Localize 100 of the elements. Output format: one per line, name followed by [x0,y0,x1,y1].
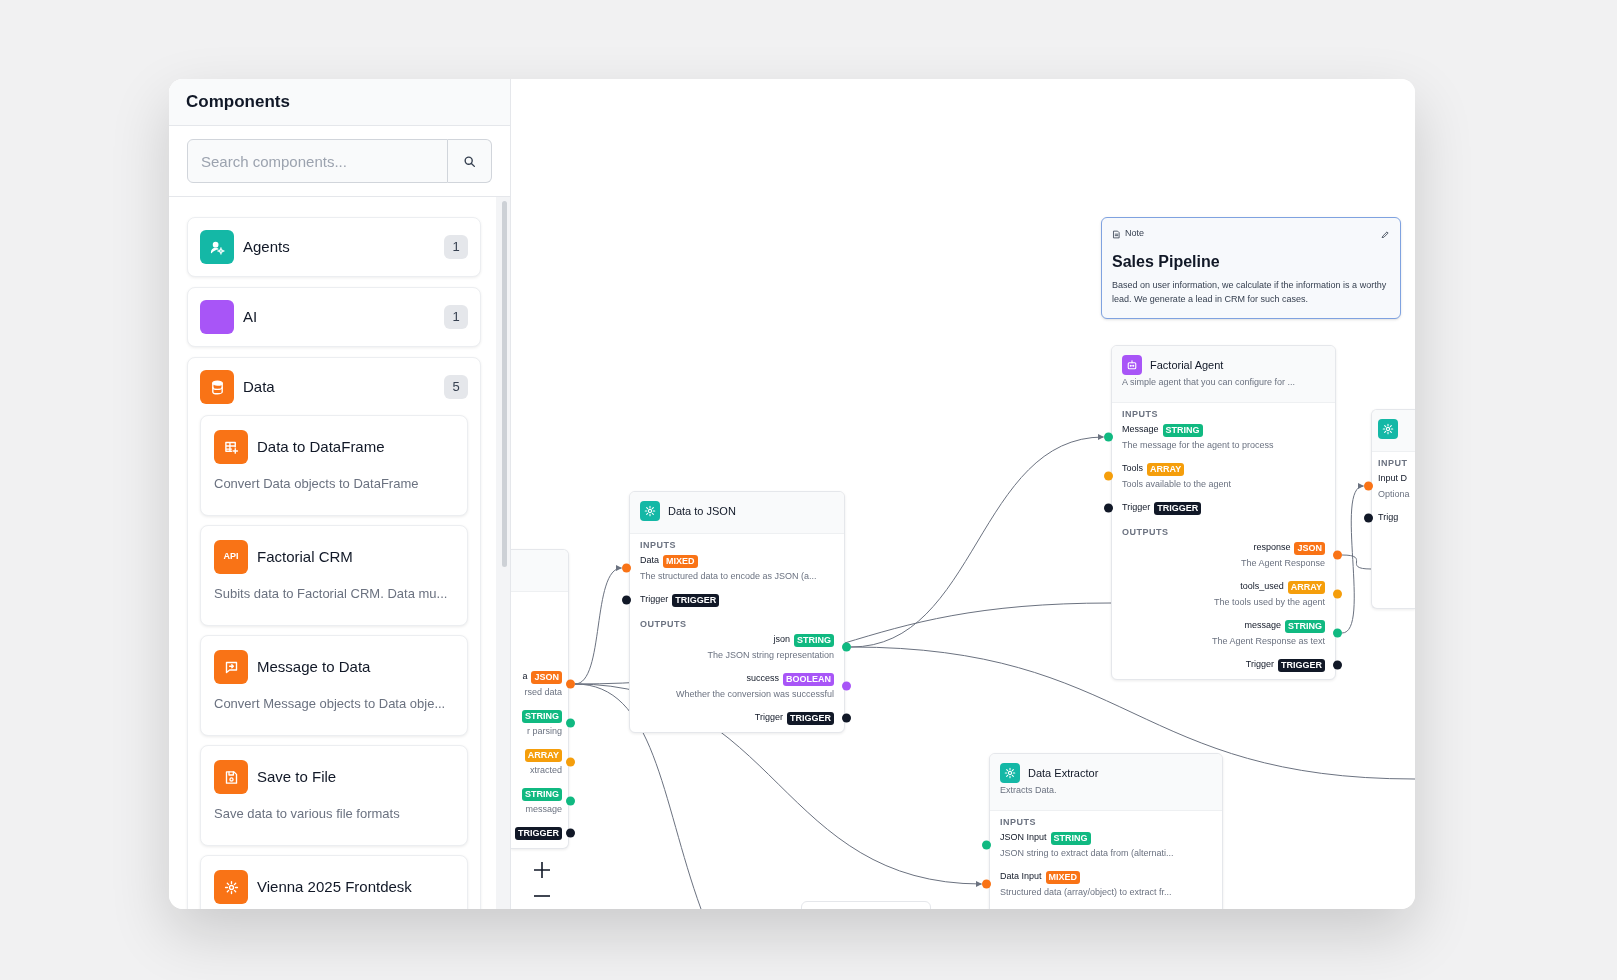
component-description: Subits data to Factorial CRM. Data mu... [214,585,449,603]
api-icon: API [214,540,248,574]
type-tag: TRIGGER [787,711,834,725]
port-description: Tools available to the agent [1122,478,1233,491]
type-tag: JSON [1294,541,1325,555]
type-tag: STRING [1285,619,1325,633]
section-label: OUTPUTS [639,618,688,631]
type-tag: STRING [794,633,834,647]
node-title: Data Extractor [1028,765,1099,781]
note-title: Sales Pipeline [1112,252,1221,272]
category-card[interactable] [187,357,481,909]
port-description: The structured data to encode as JSON (a... [640,570,818,583]
node-title: Data to JSON [668,503,736,519]
node-description: Extracts Data. [1000,784,1058,797]
component-card[interactable]: API Factorial CRM Subits data to Factorial CRM. Data mu... [200,525,468,626]
port-label: success [746,672,779,686]
component-card[interactable]: Save to File Save data to various file formats [200,745,468,846]
pencil-icon[interactable] [1381,229,1390,239]
type-tag: STRING [1050,831,1091,845]
port-description: The tools used by the agent [1212,596,1325,609]
category-label: Data [243,376,276,397]
search-field[interactable]: Search components... [187,139,448,183]
node-description: A simple agent that you can configure for ... [1122,376,1297,389]
type-tag: ARRAY [524,748,562,762]
port-label: Trigg [1378,511,1399,525]
component-description: Save data to various file formats [214,805,401,823]
port-label: tools_used [1240,580,1284,594]
port-label: message [1244,619,1281,633]
search-button[interactable] [448,139,492,183]
search-icon [463,154,476,168]
component-card[interactable]: Message to Data Convert Message objects to Data obje... [200,635,468,736]
port-label: Tools [1122,462,1143,476]
component-description: Convert Data objects to DataFrame [214,475,420,493]
port-label: Trigger [1245,658,1274,672]
category-card[interactable]: AI 1 [187,287,481,347]
note-icon [1112,229,1121,239]
port-label: JSON Input [1000,831,1047,845]
port-label: Message [1122,423,1159,437]
port-label: json [773,633,790,647]
gear-icon [214,870,248,904]
type-tag: ARRAY [1287,580,1325,594]
section-label: OUTPUTS [1121,526,1170,539]
minus-icon [533,894,550,897]
type-tag: STRING [1162,423,1203,437]
port-label: Input D [1378,472,1408,486]
port-description: The Agent Response as text [1210,635,1325,648]
type-tag: MIXED [663,554,698,568]
type-tag: JSON [531,670,562,684]
node-title: Factorial Agent [1150,357,1224,373]
note-card[interactable]: Note Sales Pipeline Based on user information, we calculate if the information is a worthy lead. We generate a lead in CRM for such cases. [1101,217,1401,319]
category-label: AI [243,306,259,327]
port-label: Data [640,554,659,568]
note-text: Based on user information, we calculate if the information is a worthy lead. We generate a lead in CRM for such cases. [1112,279,1388,306]
port-label: Trigger [754,711,783,725]
port-description: The Agent Response [1239,557,1325,570]
port-description: JSON string to extract data from (alternati... [1000,847,1175,860]
port-description: xtracted [529,764,562,777]
count-badge: 1 [444,235,468,259]
scrollbar-thumb[interactable] [502,201,507,567]
count-badge: 5 [444,375,468,399]
type-tag: TRIGGER [672,593,720,607]
type-tag: MIXED [1045,870,1081,884]
type-tag: STRING [522,787,562,801]
type-tag: TRIGGER [515,826,562,840]
port-description: message [524,803,562,816]
component-description: Convert Message objects to Data obje... [214,695,447,713]
component-card[interactable]: Vienna 2025 Frontdesk [200,855,468,909]
port-label: Trigger [1122,501,1151,515]
port-label: Trigger [640,593,669,607]
type-tag: TRIGGER [1278,658,1325,672]
port-label: a [522,670,528,684]
component-title: Save to File [257,766,337,787]
port-description: rsed data [523,686,562,699]
type-tag: ARRAY [1147,462,1185,476]
section-label: INPUTS [1121,408,1159,421]
component-title: Data to DataFrame [257,436,385,457]
message-icon [214,650,248,684]
type-tag: TRIGGER [1154,501,1202,515]
plus-icon [533,861,550,878]
port-description: Structured data (array/object) to extract fr... [1000,886,1173,899]
section-label: INPUT [1377,457,1409,470]
port-label: Data Input [1000,870,1042,884]
table-plus-icon [214,430,248,464]
component-title: Factorial CRM [257,546,353,567]
port-description: Optiona [1378,488,1409,501]
type-tag: STRING [522,709,562,723]
section-label: INPUTS [999,816,1037,829]
component-title: Vienna 2025 Frontdesk [257,876,412,897]
zoom-in-button[interactable] [533,861,550,878]
note-label: Note [1125,227,1144,241]
section-label: INPUTS [639,539,677,552]
port-description: The JSON string representation [706,649,834,662]
sidebar-title: Components [186,91,290,114]
port-description: Whether the conversion was successful [674,688,834,701]
category-card[interactable]: Agents 1 [187,217,481,277]
type-tag: BOOLEAN [783,672,834,686]
component-card[interactable]: Data to DataFrame Convert Data objects to DataFrame [200,415,468,516]
category-label: Agents [243,236,291,257]
count-badge: 1 [444,305,468,329]
port-label: response [1253,541,1291,555]
